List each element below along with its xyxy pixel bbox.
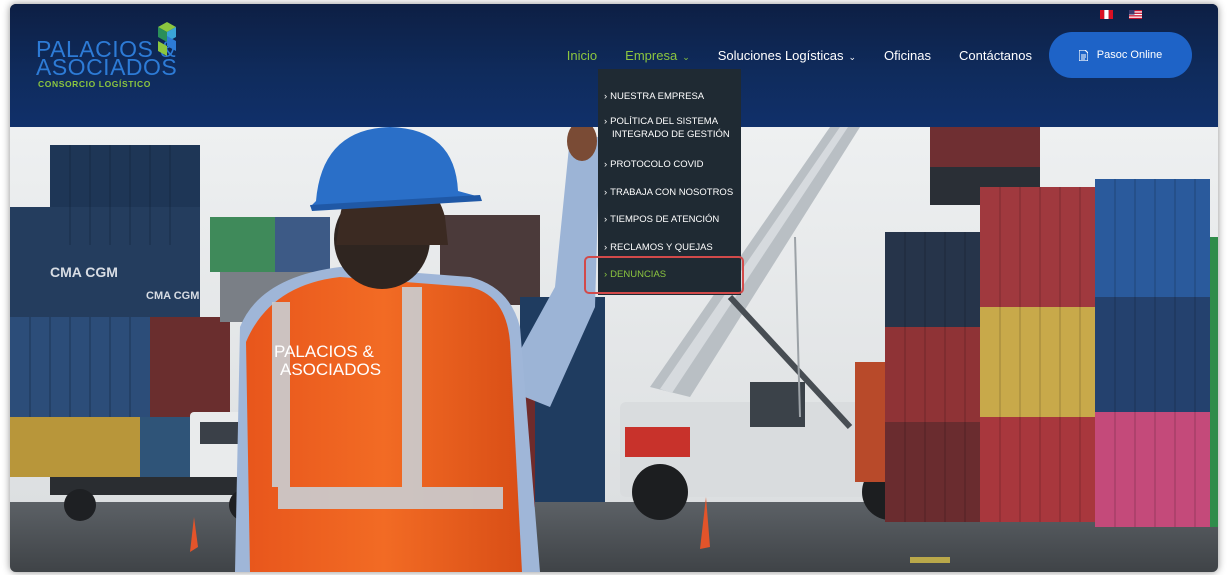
browser-viewport: PALACIOS & ASOCIADOS CONSORCIO LOGÍSTICO bbox=[10, 4, 1218, 572]
menu-item-denuncias[interactable]: › DENUNCIAS bbox=[604, 268, 734, 281]
chevron-right-icon: › bbox=[604, 187, 608, 198]
menu-item-label: DENUNCIAS bbox=[610, 269, 667, 280]
nav-item-label: Oficinas bbox=[884, 48, 931, 63]
menu-item-protocolo-covid[interactable]: › PROTOCOLO COVID bbox=[604, 158, 734, 171]
nav-item-label: Contáctanos bbox=[959, 48, 1032, 63]
peru-flag-icon[interactable] bbox=[1100, 10, 1113, 19]
vest-logo-text-line1: PALACIOS & bbox=[274, 342, 374, 361]
vest-logo-text-line2: ASOCIADOS bbox=[280, 360, 381, 379]
nav-item-oficinas[interactable]: Oficinas bbox=[884, 48, 931, 63]
language-selector bbox=[1100, 10, 1142, 19]
nav-item-contactanos[interactable]: Contáctanos bbox=[959, 48, 1032, 63]
chevron-right-icon: › bbox=[604, 242, 608, 253]
nav-item-inicio[interactable]: Inicio bbox=[567, 48, 597, 63]
menu-item-politica-sig[interactable]: › POLÍTICA DEL SISTEMA INTEGRADO DE GESTI… bbox=[604, 115, 742, 141]
nav-item-label: Inicio bbox=[566, 48, 598, 63]
chevron-right-icon: › bbox=[604, 91, 608, 102]
nav-item-label: Soluciones Logísticas bbox=[717, 48, 844, 63]
logo-cube-icon bbox=[158, 22, 176, 56]
nav-item-empresa[interactable]: Empresa ⌄ bbox=[625, 48, 690, 63]
container-logo-text: CMA CGM bbox=[146, 290, 199, 302]
menu-item-nuestra-empresa[interactable]: › NUESTRA EMPRESA bbox=[604, 90, 734, 103]
menu-item-tiempos-de-atencion[interactable]: › TIEMPOS DE ATENCIÓN bbox=[604, 213, 734, 226]
usa-flag-icon[interactable] bbox=[1129, 10, 1142, 19]
pasoc-online-button[interactable]: Pasoc Online bbox=[1049, 32, 1192, 78]
menu-item-reclamos-y-quejas[interactable]: › RECLAMOS Y QUEJAS bbox=[604, 241, 734, 254]
chevron-down-icon: ⌄ bbox=[682, 52, 690, 62]
logo-text-line2: ASOCIADOS bbox=[36, 54, 178, 80]
nav-item-label: Empresa bbox=[625, 48, 678, 63]
menu-item-trabaja-con-nosotros[interactable]: › TRABAJA CON NOSOTROS bbox=[604, 186, 734, 199]
menu-item-label: PROTOCOLO COVID bbox=[610, 159, 704, 170]
chevron-down-icon: ⌄ bbox=[848, 52, 857, 62]
pasoc-online-label: Pasoc Online bbox=[1096, 49, 1163, 61]
nav-item-soluciones-logisticas[interactable]: Soluciones Logísticas ⌄ bbox=[718, 48, 856, 63]
chevron-right-icon: › bbox=[604, 116, 608, 127]
chevron-right-icon: › bbox=[604, 269, 608, 280]
main-nav: Inicio Empresa ⌄ Soluciones Logísticas ⌄ O… bbox=[539, 48, 1032, 63]
empresa-dropdown-menu: › NUESTRA EMPRESA › POLÍTICA DEL SISTEMA I… bbox=[598, 69, 741, 295]
container-logo-text: CMA CGM bbox=[50, 264, 118, 280]
chevron-right-icon: › bbox=[604, 159, 608, 170]
menu-item-label: TIEMPOS DE ATENCIÓN bbox=[610, 214, 720, 225]
menu-item-label: NUESTRA EMPRESA bbox=[610, 91, 705, 102]
menu-item-label: TRABAJA CON NOSOTROS bbox=[610, 187, 734, 198]
menu-item-label: POLÍTICA DEL SISTEMA INTEGRADO DE GESTIÓ… bbox=[610, 116, 730, 140]
menu-item-label: RECLAMOS Y QUEJAS bbox=[610, 242, 713, 253]
site-logo[interactable]: PALACIOS & ASOCIADOS CONSORCIO LOGÍSTICO bbox=[34, 22, 204, 102]
document-icon bbox=[1078, 49, 1088, 61]
chevron-right-icon: › bbox=[604, 214, 608, 225]
logo-tagline: CONSORCIO LOGÍSTICO bbox=[38, 79, 151, 89]
